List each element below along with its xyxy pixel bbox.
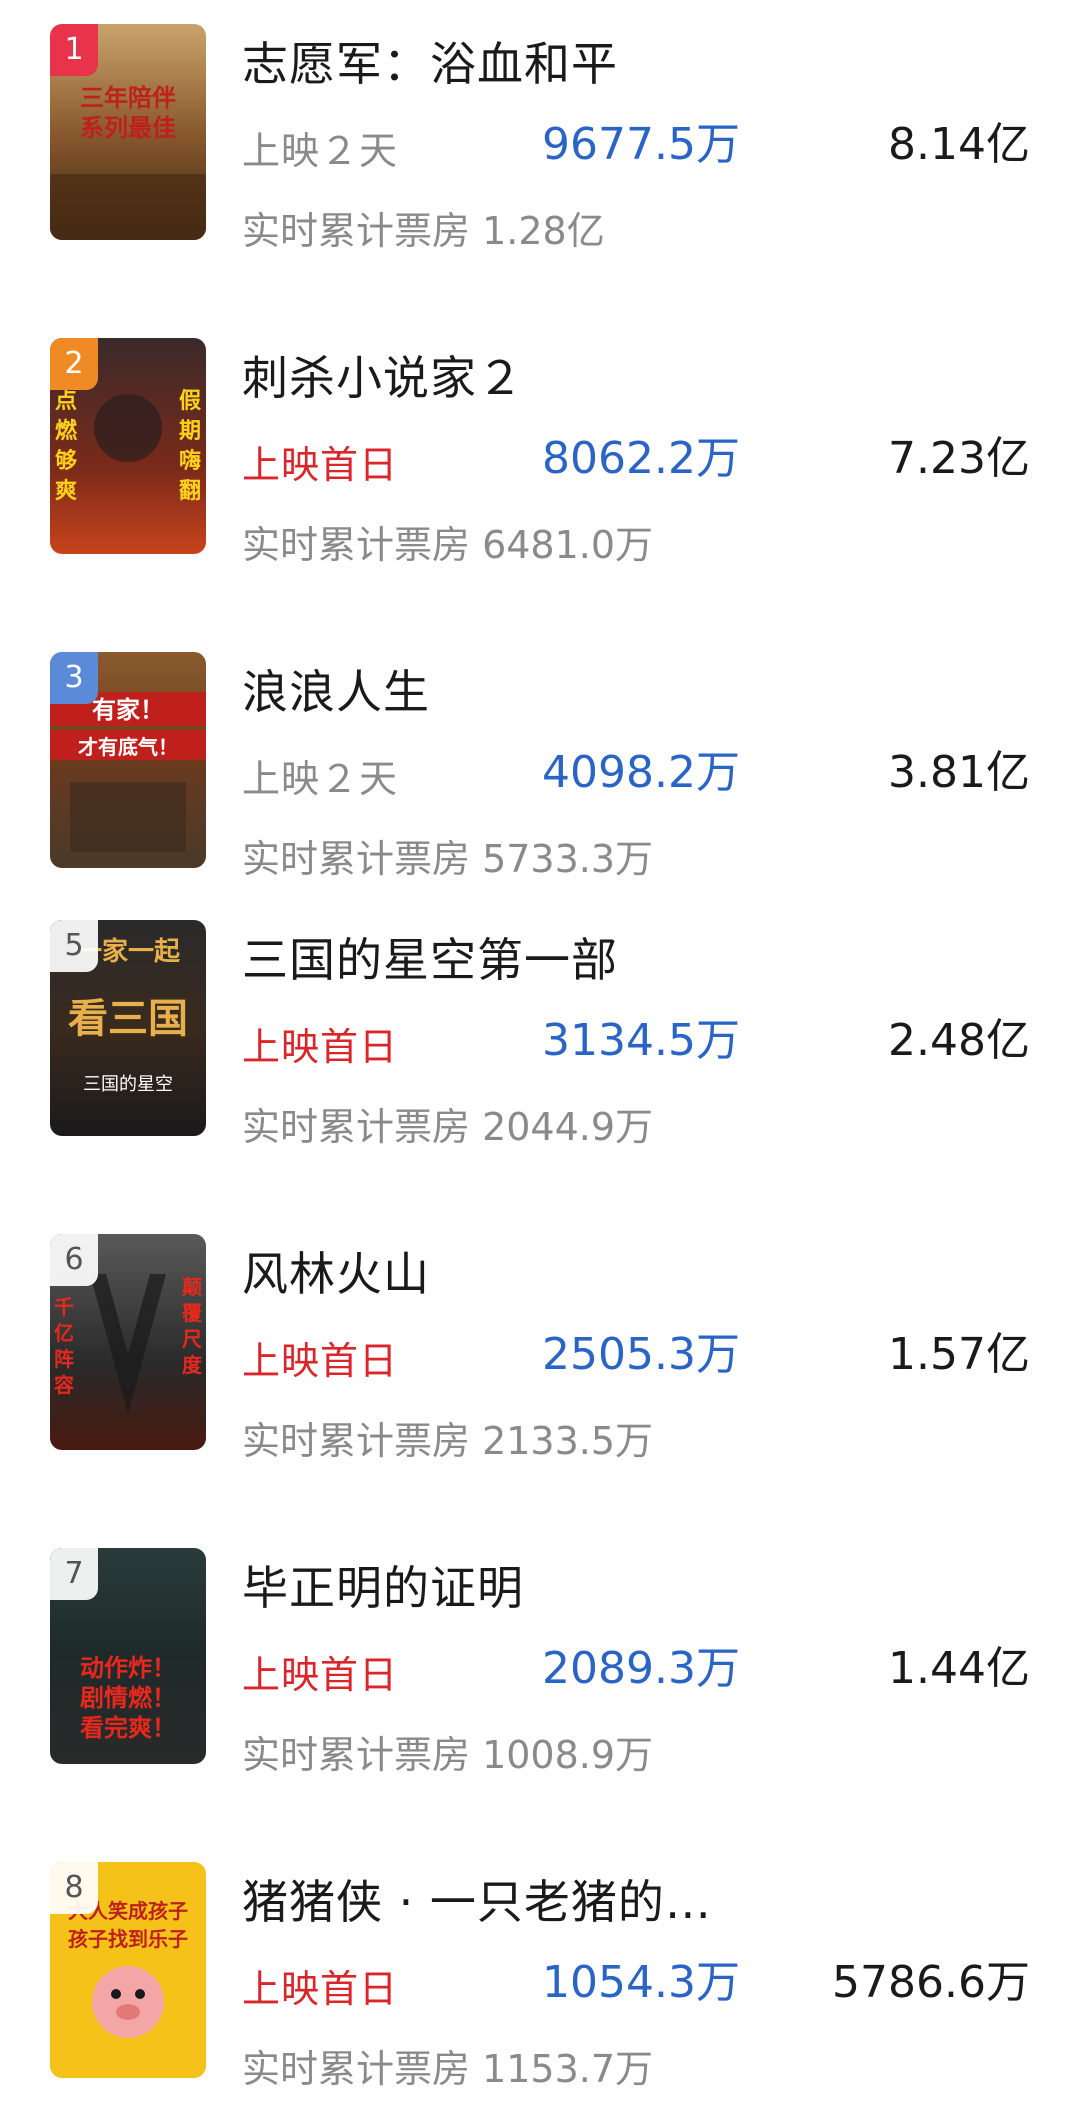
svg-text:假: 假	[179, 389, 201, 414]
total-box-office: 3.81亿	[888, 747, 1030, 798]
daily-box-office: 2089.3万	[542, 1643, 740, 1694]
svg-text:才有底气！: 才有底气！	[78, 735, 178, 759]
release-days: 上映首日	[242, 443, 399, 487]
movie-poster[interactable]: 大人笑成孩子 孩子找到乐子 8	[50, 1862, 206, 2078]
svg-text:燃: 燃	[55, 418, 78, 444]
cumulative-box-office: 实时累计票房 5733.3万	[242, 837, 654, 881]
svg-text:三年陪伴: 三年陪伴	[80, 83, 176, 112]
svg-text:点: 点	[55, 388, 77, 414]
movie-row[interactable]: 点 燃 够 爽 假 期 嗨 翻 2 刺杀小说家２ 上映首日 8062.2万 7.…	[0, 338, 1080, 567]
total-box-office: 7.23亿	[888, 433, 1030, 484]
movie-row[interactable]: 一家一起 看三国 三国的星空 5 三国的星空第一部 上映首日 3134.5万 2…	[0, 920, 1080, 1149]
movie-title: 猪猪侠 · 一只老猪的…	[242, 1875, 712, 1929]
movie-poster[interactable]: 动作炸！ 剧情燃！ 看完爽！ 7	[50, 1548, 206, 1764]
rank-badge: 8	[50, 1862, 98, 1914]
release-days: 上映２天	[242, 129, 399, 173]
release-days: 上映２天	[242, 757, 399, 801]
movie-title: 三国的星空第一部	[242, 933, 618, 987]
movie-title: 刺杀小说家２	[242, 351, 524, 405]
movie-row[interactable]: 动作炸！ 剧情燃！ 看完爽！ 7 毕正明的证明 上映首日 2089.3万 1.4…	[0, 1548, 1080, 1777]
svg-text:孩子找到乐子: 孩子找到乐子	[68, 1927, 188, 1951]
daily-box-office: 2505.3万	[542, 1329, 740, 1380]
svg-text:翻: 翻	[179, 479, 201, 504]
movie-poster[interactable]: 有家！ 才有底气！ 3	[50, 652, 206, 868]
daily-box-office: 1054.3万	[542, 1957, 740, 2008]
movie-row[interactable]: 三年陪伴 系列最佳 1 志愿军：浴血和平 上映２天 9677.5万 8.14亿 …	[0, 24, 1080, 253]
svg-text:有家！: 有家！	[92, 696, 164, 724]
svg-text:容: 容	[54, 1373, 74, 1397]
rank-badge: 5	[50, 920, 98, 972]
cumulative-box-office: 实时累计票房 1008.9万	[242, 1733, 654, 1777]
svg-text:看完爽！: 看完爽！	[80, 1714, 176, 1742]
cumulative-box-office: 实时累计票房 1153.7万	[242, 2047, 654, 2091]
cumulative-box-office: 实时累计票房 1.28亿	[242, 209, 605, 253]
movie-poster[interactable]: 一家一起 看三国 三国的星空 5	[50, 920, 206, 1136]
release-days: 上映首日	[242, 1025, 399, 1069]
svg-text:爽: 爽	[55, 479, 77, 504]
svg-text:颠: 颠	[182, 1275, 202, 1299]
movie-row[interactable]: 千 亿 阵 容 颠 覆 尺 度 6 风林火山 上映首日 2505.3万 1.57…	[0, 1234, 1080, 1463]
daily-box-office: 3134.5万	[542, 1015, 740, 1066]
svg-text:千: 千	[54, 1295, 74, 1319]
svg-text:三国的星空: 三国的星空	[83, 1074, 173, 1095]
svg-text:够: 够	[55, 448, 77, 474]
total-box-office: 5786.6万	[832, 1957, 1030, 2008]
svg-text:覆: 覆	[181, 1301, 203, 1325]
rank-badge: 3	[50, 652, 98, 704]
movie-poster[interactable]: 点 燃 够 爽 假 期 嗨 翻 2	[50, 338, 206, 554]
rank-badge: 6	[50, 1234, 98, 1286]
svg-text:期: 期	[179, 419, 201, 444]
daily-box-office: 8062.2万	[542, 433, 740, 484]
cumulative-box-office: 实时累计票房 2133.5万	[242, 1419, 654, 1463]
daily-box-office: 4098.2万	[542, 747, 740, 798]
movie-title: 志愿军：浴血和平	[242, 37, 618, 91]
rank-badge: 7	[50, 1548, 98, 1600]
release-days: 上映首日	[242, 1653, 399, 1697]
svg-text:看三国: 看三国	[68, 995, 188, 1042]
release-days: 上映首日	[242, 1967, 399, 2011]
movie-title: 浪浪人生	[242, 665, 430, 719]
movie-poster[interactable]: 千 亿 阵 容 颠 覆 尺 度 6	[50, 1234, 206, 1450]
total-box-office: 8.14亿	[888, 119, 1030, 170]
svg-text:剧情燃！: 剧情燃！	[80, 1684, 176, 1712]
cumulative-box-office: 实时累计票房 6481.0万	[242, 523, 654, 567]
svg-text:系列最佳: 系列最佳	[80, 113, 176, 142]
rank-badge: 1	[50, 24, 98, 76]
rank-badge: 2	[50, 338, 98, 390]
movie-row[interactable]: 有家！ 才有底气！ 3 浪浪人生 上映２天 4098.2万 3.81亿 实时累计…	[0, 652, 1080, 881]
release-days: 上映首日	[242, 1339, 399, 1383]
svg-text:尺: 尺	[182, 1327, 202, 1351]
total-box-office: 1.57亿	[888, 1329, 1030, 1380]
svg-text:动作炸！: 动作炸！	[80, 1654, 176, 1682]
svg-text:亿: 亿	[54, 1321, 74, 1345]
svg-text:嗨: 嗨	[179, 448, 201, 474]
movie-title: 风林火山	[242, 1247, 430, 1301]
svg-text:度: 度	[182, 1353, 203, 1377]
total-box-office: 2.48亿	[888, 1015, 1030, 1066]
daily-box-office: 9677.5万	[542, 119, 740, 170]
movie-row[interactable]: 大人笑成孩子 孩子找到乐子 8 猪猪侠 · 一只老猪的… 上映首日 1054.3…	[0, 1862, 1080, 2091]
svg-text:阵: 阵	[54, 1347, 74, 1371]
cumulative-box-office: 实时累计票房 2044.9万	[242, 1105, 654, 1149]
movie-title: 毕正明的证明	[242, 1561, 524, 1615]
total-box-office: 1.44亿	[888, 1643, 1030, 1694]
movie-poster[interactable]: 三年陪伴 系列最佳 1	[50, 24, 206, 240]
